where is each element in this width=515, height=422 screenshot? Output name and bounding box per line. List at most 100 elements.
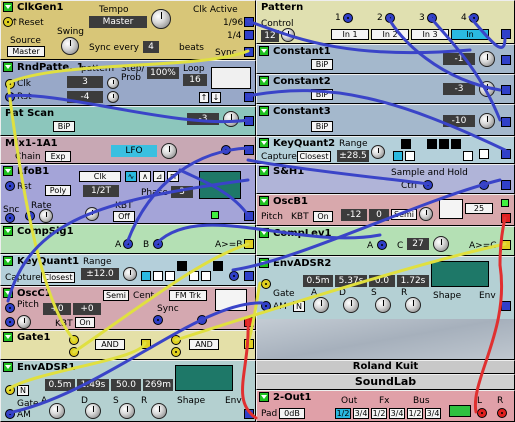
- wave-saw-button[interactable]: ⊿: [153, 171, 165, 182]
- rate-mod-input[interactable]: [25, 211, 35, 221]
- rst-input[interactable]: [5, 181, 15, 191]
- div2-output[interactable]: [244, 30, 254, 40]
- and1-button[interactable]: AND: [95, 339, 125, 350]
- collapse-icon[interactable]: [3, 288, 13, 298]
- exp-button[interactable]: Exp: [45, 151, 71, 162]
- collapse-icon[interactable]: [3, 62, 13, 72]
- value-knob[interactable]: [479, 81, 495, 97]
- in3-input[interactable]: [171, 335, 181, 345]
- am-input[interactable]: [5, 409, 15, 419]
- pitch-knob[interactable]: [419, 207, 433, 221]
- value-knob[interactable]: [223, 111, 239, 127]
- clk-button[interactable]: Clk: [79, 171, 121, 182]
- out-34-button[interactable]: 3/4: [353, 408, 369, 419]
- key-d[interactable]: [153, 271, 163, 281]
- closest-button[interactable]: Closest: [297, 151, 331, 162]
- step-up-button[interactable]: ↑: [199, 92, 209, 103]
- pattern-knob[interactable]: [107, 77, 119, 89]
- in-input[interactable]: [479, 180, 489, 190]
- swing-knob[interactable]: [61, 37, 79, 55]
- n3-input[interactable]: [427, 13, 437, 23]
- closest-button[interactable]: Closest: [41, 272, 75, 283]
- kbt-on-button[interactable]: On: [313, 211, 333, 222]
- pattern-knob-b[interactable]: [107, 91, 119, 103]
- in1-input[interactable]: [69, 335, 79, 345]
- in2-input[interactable]: [69, 347, 79, 357]
- gate-input[interactable]: [5, 385, 15, 395]
- collapse-icon[interactable]: [259, 106, 269, 116]
- out-output[interactable]: [501, 180, 511, 190]
- semi-button[interactable]: Semi: [391, 209, 417, 220]
- out-output[interactable]: [244, 116, 254, 126]
- n2-input[interactable]: [385, 13, 395, 23]
- n-button[interactable]: N: [17, 385, 29, 396]
- release-knob[interactable]: [151, 403, 167, 419]
- bip-button[interactable]: BiP: [311, 89, 333, 100]
- collapse-icon[interactable]: [259, 392, 269, 402]
- collapse-icon[interactable]: [3, 226, 13, 236]
- snc-input[interactable]: [5, 213, 15, 223]
- a-input[interactable]: [123, 239, 133, 249]
- attack-knob[interactable]: [313, 297, 329, 313]
- key-g[interactable]: [189, 271, 199, 281]
- r-input[interactable]: [497, 408, 507, 418]
- in3-button[interactable]: In 3: [411, 29, 449, 40]
- bip-button[interactable]: BiP: [53, 121, 75, 132]
- out-output[interactable]: [244, 211, 254, 221]
- key-fs[interactable]: [177, 261, 187, 271]
- gate-input[interactable]: [261, 279, 271, 289]
- poly-button[interactable]: Poly: [45, 185, 71, 196]
- n-button[interactable]: N: [293, 301, 305, 312]
- env-output[interactable]: [244, 409, 254, 419]
- in2-button[interactable]: In 2: [371, 29, 409, 40]
- sustain-knob[interactable]: [119, 403, 135, 419]
- sync-output[interactable]: [244, 47, 254, 57]
- semi-button[interactable]: Semi: [103, 290, 129, 301]
- n4-input[interactable]: [469, 13, 479, 23]
- collapse-icon[interactable]: [3, 2, 13, 12]
- collapse-icon[interactable]: [259, 46, 269, 56]
- out-output[interactable]: [501, 240, 511, 250]
- rate-knob[interactable]: [39, 209, 53, 223]
- kbt-on-button[interactable]: On: [75, 317, 95, 328]
- tempo-knob[interactable]: [151, 9, 171, 29]
- in4-input[interactable]: [171, 347, 181, 357]
- out-output[interactable]: [244, 145, 254, 155]
- bip-button[interactable]: BiP: [311, 121, 333, 132]
- decay-knob[interactable]: [85, 403, 101, 419]
- release-knob[interactable]: [405, 297, 421, 313]
- key-a[interactable]: [479, 149, 489, 159]
- ctrl-input[interactable]: [423, 180, 433, 190]
- collapse-icon[interactable]: [3, 362, 13, 372]
- in-input[interactable]: [221, 145, 231, 155]
- pitch-knob[interactable]: [17, 315, 31, 329]
- l-input[interactable]: [477, 408, 487, 418]
- sync-input[interactable]: [153, 315, 163, 325]
- range-knob[interactable]: [123, 267, 137, 281]
- collapse-icon[interactable]: [259, 166, 269, 176]
- out-output[interactable]: [244, 271, 254, 281]
- kbt-button[interactable]: Off: [113, 211, 135, 222]
- level-knob[interactable]: [161, 143, 177, 159]
- sustain-knob[interactable]: [375, 297, 391, 313]
- wave-sine-button[interactable]: ∿: [125, 171, 137, 182]
- range-knob[interactable]: [371, 145, 385, 159]
- rst-input[interactable]: [5, 92, 15, 102]
- value-knob[interactable]: [479, 51, 495, 67]
- out1-output[interactable]: [141, 339, 151, 349]
- pwm-knob[interactable]: [85, 207, 99, 221]
- n1-input[interactable]: [343, 13, 353, 23]
- wave-sq-button[interactable]: ⊓: [167, 171, 179, 182]
- control-knob[interactable]: [281, 28, 295, 42]
- collapse-icon[interactable]: [3, 166, 13, 176]
- key-gs[interactable]: [439, 139, 449, 149]
- out-output[interactable]: [244, 317, 254, 327]
- collapse-icon[interactable]: [3, 332, 13, 342]
- key-as[interactable]: [451, 139, 461, 149]
- out-output[interactable]: [501, 117, 511, 127]
- shape-button[interactable]: 25: [465, 203, 493, 214]
- collapse-icon[interactable]: [259, 228, 269, 238]
- in-input[interactable]: [229, 271, 239, 281]
- key-ds[interactable]: [401, 139, 411, 149]
- out-output[interactable]: [501, 85, 511, 95]
